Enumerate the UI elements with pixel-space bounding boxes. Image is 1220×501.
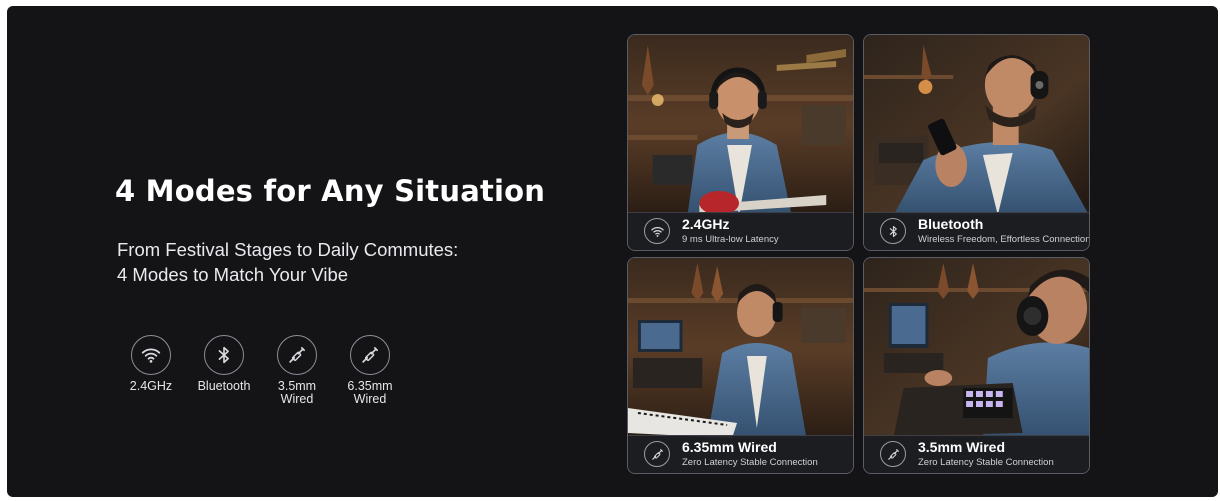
mode-label: 6.35mm Wired <box>347 380 392 406</box>
photo-man-using-drum-pad <box>864 258 1089 438</box>
mode-3-5mm-wired: 3.5mm Wired <box>261 335 333 406</box>
card-caption: 3.5mm Wired Zero Latency Stable Connecti… <box>864 435 1089 473</box>
mode-label-line-1: 6.35mm <box>347 379 393 393</box>
card-description: 9 ms Ultra-low Latency <box>682 234 779 245</box>
card-6-35mm-wired: 6.35mm Wired Zero Latency Stable Connect… <box>627 257 854 474</box>
mode-2-4ghz: 2.4GHz <box>115 335 187 406</box>
mode-cards-grid: 2.4GHz 9 ms Ultra-low Latency Bluetooth … <box>627 34 1092 477</box>
photo-man-playing-guitar <box>628 35 853 215</box>
card-description: Zero Latency Stable Connection <box>918 457 1054 468</box>
card-bluetooth: Bluetooth Wireless Freedom, Effortless C… <box>863 34 1090 251</box>
card-caption: 6.35mm Wired Zero Latency Stable Connect… <box>628 435 853 473</box>
mode-bluetooth: Bluetooth <box>188 335 260 406</box>
audio-jack-icon <box>880 441 906 467</box>
card-title: Bluetooth <box>918 216 984 232</box>
card-description: Zero Latency Stable Connection <box>682 457 818 468</box>
mode-6-35mm-wired: 6.35mm Wired <box>334 335 406 406</box>
bluetooth-icon <box>204 335 244 375</box>
card-caption: 2.4GHz 9 ms Ultra-low Latency <box>628 212 853 250</box>
bluetooth-icon <box>880 218 906 244</box>
subheadline-line-1: From Festival Stages to Daily Commutes: <box>117 239 459 260</box>
mode-label-line-2: Wired <box>353 392 387 406</box>
card-description: Wireless Freedom, Effortless Connection <box>918 234 1090 245</box>
mode-label-line-1: 3.5mm <box>277 379 317 393</box>
mode-icon-row: 2.4GHz Bluetooth 3.5mm Wired 6.35mm Wire… <box>115 335 407 406</box>
photo-man-playing-keyboard <box>628 258 853 438</box>
mode-label: 3.5mm Wired <box>278 380 316 406</box>
subheadline-line-2: 4 Modes to Match Your Vibe <box>117 264 349 285</box>
card-title: 2.4GHz <box>682 216 730 232</box>
mode-label: Bluetooth <box>197 379 251 393</box>
audio-jack-icon <box>277 335 317 375</box>
headline: 4 Modes for Any Situation <box>115 174 546 208</box>
modes-banner: 4 Modes for Any Situation From Festival … <box>7 6 1218 497</box>
audio-jack-icon <box>644 441 670 467</box>
wifi-icon <box>644 218 670 244</box>
audio-jack-icon <box>350 335 390 375</box>
photo-man-using-phone <box>864 35 1089 215</box>
mode-label-line-2: Wired <box>280 392 314 406</box>
card-3-5mm-wired: 3.5mm Wired Zero Latency Stable Connecti… <box>863 257 1090 474</box>
wifi-icon <box>131 335 171 375</box>
card-2-4ghz: 2.4GHz 9 ms Ultra-low Latency <box>627 34 854 251</box>
card-caption: Bluetooth Wireless Freedom, Effortless C… <box>864 212 1089 250</box>
mode-label: 2.4GHz <box>129 379 173 393</box>
card-title: 3.5mm Wired <box>918 439 1006 455</box>
card-title: 6.35mm Wired <box>682 439 777 455</box>
